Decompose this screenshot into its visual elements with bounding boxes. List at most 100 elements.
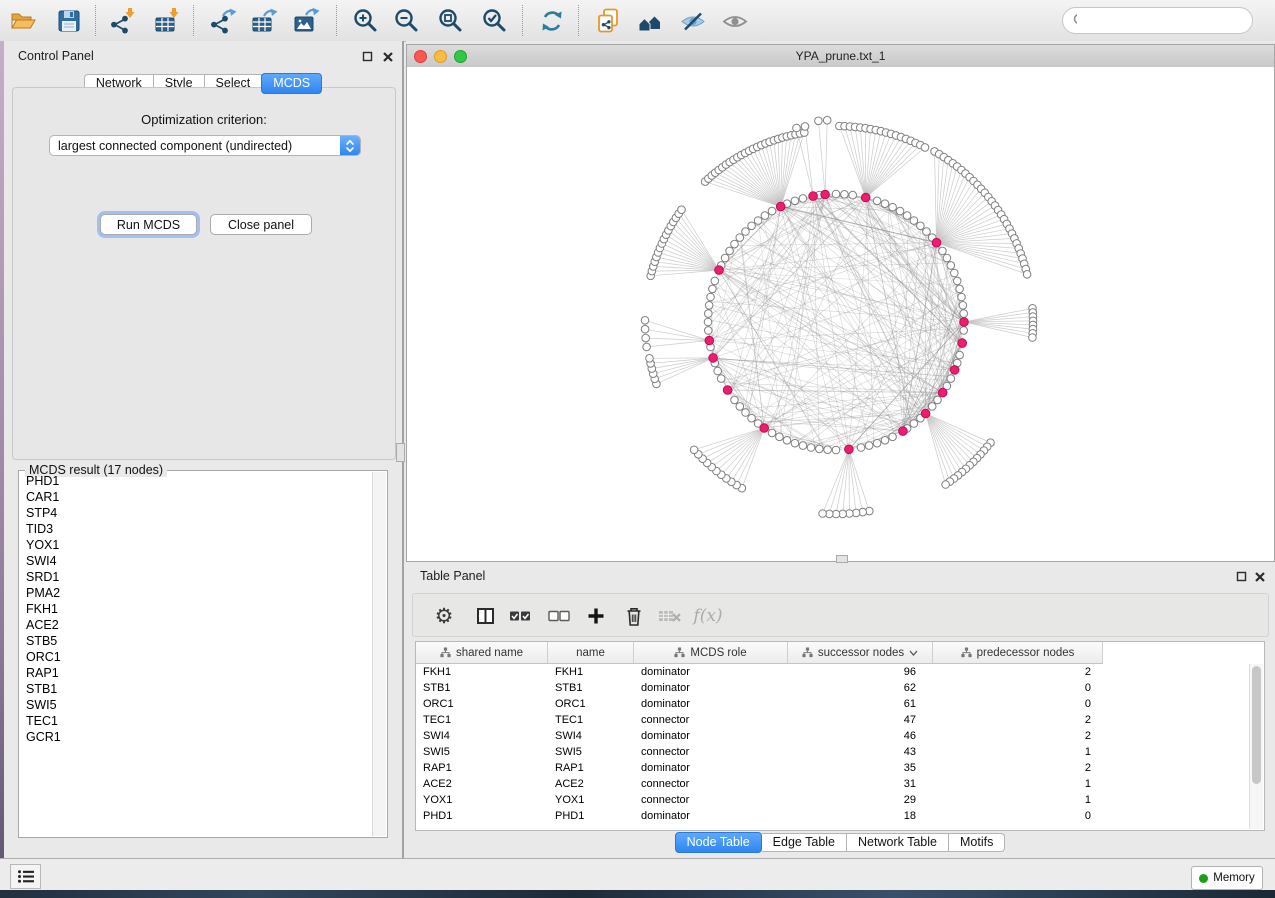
save-session-button[interactable] <box>54 6 84 36</box>
float-table-panel-button[interactable] <box>1236 570 1248 582</box>
mcds-result-item[interactable]: ACE2 <box>19 617 373 633</box>
network-view-window: YPA_prune.txt_1 <box>406 44 1275 562</box>
maximize-window-button[interactable] <box>454 50 467 63</box>
column-header-successor-nodes[interactable]: successor nodes <box>788 642 933 663</box>
table-row[interactable]: FKH1FKH1dominator962 <box>416 664 1103 680</box>
function-builder-button: f(x) <box>695 603 721 629</box>
mcds-result-item[interactable]: TID3 <box>19 521 373 537</box>
zoom-selected-button[interactable] <box>480 6 510 36</box>
mcds-result-item[interactable]: PHD1 <box>19 473 373 489</box>
delete-column-button[interactable] <box>621 603 647 629</box>
network-canvas[interactable] <box>407 67 1274 561</box>
minimize-window-button[interactable] <box>434 50 447 63</box>
import-table-icon <box>153 7 181 35</box>
tab-network-table[interactable]: Network Table <box>847 833 949 852</box>
tab-motifs[interactable]: Motifs <box>949 833 1005 852</box>
table-row[interactable]: SWI5SWI5connector431 <box>416 744 1103 760</box>
mcds-result-item[interactable]: SWI5 <box>19 697 373 713</box>
criterion-value: largest connected component (undirected) <box>50 139 292 153</box>
criterion-dropdown[interactable]: largest connected component (undirected) <box>49 135 361 156</box>
mcds-result-item[interactable]: CAR1 <box>19 489 373 505</box>
table-scrollbar-thumb[interactable] <box>1252 666 1261 784</box>
vertical-splitter-handle[interactable] <box>396 443 405 462</box>
toolbar-separator <box>522 5 523 36</box>
mcds-result-item[interactable]: TEC1 <box>19 713 373 729</box>
column-header-MCDS-role[interactable]: MCDS role <box>634 642 788 663</box>
table-toolbar: ⚙ <box>412 593 1269 637</box>
shared-column-icon <box>961 647 972 658</box>
float-panel-button[interactable] <box>362 50 374 62</box>
export-table-button[interactable] <box>249 6 279 36</box>
import-network-button[interactable] <box>108 6 138 36</box>
table-row[interactable]: STB1STB1dominator620 <box>416 680 1103 696</box>
close-panel-button[interactable] <box>382 50 394 62</box>
toolbar-separator <box>336 5 337 36</box>
apply-layout-button[interactable] <box>537 6 567 36</box>
export-network-button[interactable] <box>208 6 238 36</box>
zoom-in-icon <box>352 7 380 35</box>
tab-edge-table[interactable]: Edge Table <box>762 833 847 852</box>
table-row[interactable]: TEC1TEC1connector472 <box>416 712 1103 728</box>
table-mode-button[interactable]: ⚙ <box>431 603 457 629</box>
show-columns-button[interactable] <box>473 603 499 629</box>
mcds-result-item[interactable]: STB5 <box>19 633 373 649</box>
mcds-result-item[interactable]: PMA2 <box>19 585 373 601</box>
column-header-shared-name[interactable]: shared name <box>416 642 548 663</box>
table-row[interactable]: ORC1ORC1dominator610 <box>416 696 1103 712</box>
optimization-criterion-label: Optimization criterion: <box>13 112 395 127</box>
search-input[interactable] <box>1083 13 1242 29</box>
zoom-fit-button[interactable] <box>436 6 466 36</box>
close-panel-button-mcds[interactable]: Close panel <box>210 214 312 235</box>
tab-node-table[interactable]: Node Table <box>675 832 762 853</box>
column-header-name[interactable]: name <box>548 642 634 663</box>
table-row[interactable]: SWI4SWI4dominator462 <box>416 728 1103 744</box>
memory-button[interactable]: Memory <box>1191 866 1263 890</box>
mcds-result-item[interactable]: STP4 <box>19 505 373 521</box>
mcds-result-item[interactable]: YOX1 <box>19 537 373 553</box>
export-image-button[interactable] <box>291 6 321 36</box>
table-row[interactable]: PHD1PHD1dominator180 <box>416 808 1103 824</box>
mcds-result-item[interactable]: RAP1 <box>19 665 373 681</box>
mcds-result-item[interactable]: ORC1 <box>19 649 373 665</box>
table-row[interactable]: ACE2ACE2connector311 <box>416 776 1103 792</box>
search-icon <box>1073 13 1077 28</box>
close-window-button[interactable] <box>414 50 427 63</box>
houses-icon <box>637 7 665 35</box>
hide-selected-button[interactable] <box>678 6 708 36</box>
table-row[interactable]: RAP1RAP1dominator352 <box>416 760 1103 776</box>
mcds-result-item[interactable]: SWI4 <box>19 553 373 569</box>
deselect-all-button[interactable] <box>546 603 572 629</box>
mcds-result-item[interactable]: STB1 <box>19 681 373 697</box>
show-all-button[interactable] <box>720 6 750 36</box>
desktop-wallpaper-bottom <box>0 890 1275 898</box>
columns-icon <box>476 606 496 626</box>
toolbar-separator <box>95 5 96 36</box>
create-column-button[interactable] <box>583 603 609 629</box>
mcds-result-item[interactable]: SRD1 <box>19 569 373 585</box>
import-table-button[interactable] <box>152 6 182 36</box>
horizontal-splitter-handle[interactable] <box>836 555 848 563</box>
select-all-button[interactable] <box>507 603 533 629</box>
mcds-result-item[interactable]: FKH1 <box>19 601 373 617</box>
memory-status-dot <box>1199 874 1208 883</box>
column-header-predecessor-nodes[interactable]: predecessor nodes <box>933 642 1103 663</box>
zoom-out-button[interactable] <box>392 6 422 36</box>
network-graph-svg[interactable] <box>407 67 1274 561</box>
close-table-panel-button[interactable] <box>1254 570 1266 582</box>
mcds-list-scrollbar[interactable] <box>372 472 386 836</box>
toolbar-separator <box>193 5 194 36</box>
table-row[interactable]: YOX1YOX1connector291 <box>416 792 1103 808</box>
clone-network-button[interactable] <box>593 6 623 36</box>
control-panel: Control Panel NetworkStyleSelectMCDS Opt… <box>4 41 404 858</box>
zoom-in-button[interactable] <box>351 6 381 36</box>
tab-mcds[interactable]: MCDS <box>261 73 322 94</box>
show-panels-menu-button[interactable] <box>10 864 41 889</box>
run-mcds-button[interactable]: Run MCDS <box>100 214 197 235</box>
mcds-result-item[interactable]: GCR1 <box>19 729 373 745</box>
table-scrollbar[interactable] <box>1249 664 1263 829</box>
first-neighbors-button[interactable] <box>636 6 666 36</box>
eye-slash-icon <box>679 7 707 35</box>
table-panel-title: Table Panel <box>420 569 485 583</box>
open-file-button[interactable] <box>8 6 38 36</box>
copy-network-icon <box>594 7 622 35</box>
